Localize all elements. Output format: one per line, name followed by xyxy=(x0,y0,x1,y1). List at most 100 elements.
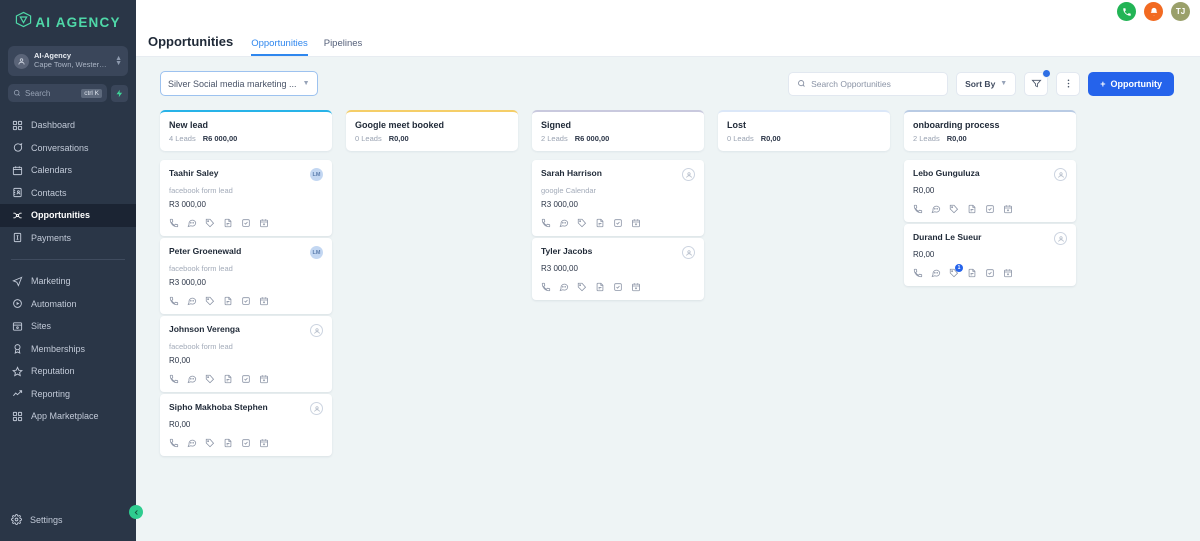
tag-icon[interactable] xyxy=(205,438,215,448)
tag-icon[interactable]: 1 xyxy=(949,264,963,278)
document-icon[interactable] xyxy=(223,374,233,384)
more-options-button[interactable] xyxy=(1056,71,1081,96)
chat-icon[interactable] xyxy=(187,438,197,448)
task-icon[interactable] xyxy=(241,296,251,306)
sort-by-button[interactable]: Sort By ▼ xyxy=(956,71,1017,96)
task-icon[interactable] xyxy=(985,204,995,214)
avatar-placeholder-icon[interactable] xyxy=(310,324,323,337)
task-icon[interactable] xyxy=(241,374,251,384)
sidebar-item-payments[interactable]: Payments xyxy=(0,227,136,250)
avatar[interactable]: LM xyxy=(310,246,323,259)
bell-icon[interactable] xyxy=(1144,2,1163,21)
document-icon[interactable] xyxy=(967,204,977,214)
chat-icon[interactable] xyxy=(187,218,197,228)
tag-icon[interactable] xyxy=(205,218,215,228)
task-icon[interactable] xyxy=(985,268,995,278)
task-icon[interactable] xyxy=(613,282,623,292)
opportunity-card[interactable]: Johnson Verenga facebook form lead R0,00 xyxy=(160,316,332,392)
sidebar-collapse-button[interactable] xyxy=(129,505,143,519)
opportunity-card[interactable]: Tyler Jacobs R3 000,00 xyxy=(532,238,704,300)
document-icon[interactable] xyxy=(223,218,233,228)
sidebar-item-calendars[interactable]: Calendars xyxy=(0,159,136,182)
org-switcher[interactable]: AI-Agency Cape Town, Western ... ▲ ▼ xyxy=(8,46,128,76)
tag-icon[interactable] xyxy=(577,282,587,292)
avatar-placeholder-icon[interactable] xyxy=(682,246,695,259)
chat-icon[interactable] xyxy=(559,282,569,292)
tag-icon[interactable] xyxy=(205,374,215,384)
filter-button[interactable] xyxy=(1024,68,1052,96)
add-opportunity-button[interactable]: + Opportunity xyxy=(1088,71,1174,96)
chat-icon[interactable] xyxy=(187,296,197,306)
chat-icon[interactable] xyxy=(559,218,569,228)
sidebar-item-marketing[interactable]: Marketing xyxy=(0,270,136,293)
search-opportunities-input[interactable]: Search Opportunities xyxy=(788,71,949,96)
avatar-placeholder-icon[interactable] xyxy=(310,402,323,415)
brand-logo[interactable]: AI AGENCY xyxy=(0,0,136,44)
sidebar-item-reputation[interactable]: Reputation xyxy=(0,360,136,383)
chat-icon[interactable] xyxy=(931,204,941,214)
opportunity-card[interactable]: Sarah Harrison google Calendar R3 000,00 xyxy=(532,160,704,236)
opportunity-card[interactable]: Taahir Saley LM facebook form lead R3 000,0… xyxy=(160,160,332,236)
document-icon[interactable] xyxy=(967,268,977,278)
chat-icon[interactable] xyxy=(187,374,197,384)
sidebar-item-memberships[interactable]: Memberships xyxy=(0,338,136,361)
sidebar-item-contacts[interactable]: Contacts xyxy=(0,182,136,205)
tab-opportunities[interactable]: Opportunities xyxy=(251,38,308,56)
chat-icon[interactable] xyxy=(931,268,941,278)
column-header[interactable]: onboarding process 2 Leads R0,00 xyxy=(904,110,1076,151)
avatar-placeholder-icon[interactable] xyxy=(1054,168,1067,181)
logo-mark-icon xyxy=(15,11,32,33)
phone-icon[interactable] xyxy=(541,282,551,292)
opportunity-card[interactable]: Sipho Makhoba Stephen R0,00 xyxy=(160,394,332,456)
opportunity-card[interactable]: Lebo Gunguluza R0,00 xyxy=(904,160,1076,222)
sidebar-item-dashboard[interactable]: Dashboard xyxy=(0,114,136,137)
phone-icon[interactable] xyxy=(169,438,179,448)
sidebar-item-sites[interactable]: Sites xyxy=(0,315,136,338)
calendar-add-icon[interactable] xyxy=(1003,204,1013,214)
calendar-add-icon[interactable] xyxy=(259,374,269,384)
column-header[interactable]: Google meet booked 0 Leads R0,00 xyxy=(346,110,518,151)
task-icon[interactable] xyxy=(241,218,251,228)
search-input[interactable]: Search ctrl K xyxy=(8,84,107,102)
document-icon[interactable] xyxy=(595,218,605,228)
avatar-placeholder-icon[interactable] xyxy=(682,168,695,181)
column-header[interactable]: New lead 4 Leads R6 000,00 xyxy=(160,110,332,151)
sidebar-item-opportunities[interactable]: Opportunities xyxy=(0,204,136,227)
document-icon[interactable] xyxy=(595,282,605,292)
phone-icon[interactable] xyxy=(541,218,551,228)
phone-icon[interactable] xyxy=(169,296,179,306)
column-header[interactable]: Lost 0 Leads R0,00 xyxy=(718,110,890,151)
opportunity-card[interactable]: Durand Le Sueur R0,00 1 xyxy=(904,224,1076,286)
sidebar-item-settings[interactable]: Settings xyxy=(0,509,136,531)
calendar-add-icon[interactable] xyxy=(259,218,269,228)
calendar-add-icon[interactable] xyxy=(259,296,269,306)
sidebar-item-conversations[interactable]: Conversations xyxy=(0,137,136,160)
avatar-placeholder-icon[interactable] xyxy=(1054,232,1067,245)
avatar[interactable]: TJ xyxy=(1171,2,1190,21)
sidebar-item-reporting[interactable]: Reporting xyxy=(0,383,136,406)
tag-icon[interactable] xyxy=(205,296,215,306)
phone-icon[interactable] xyxy=(169,218,179,228)
task-icon[interactable] xyxy=(613,218,623,228)
sidebar-item-automation[interactable]: Automation xyxy=(0,293,136,316)
phone-icon[interactable] xyxy=(913,268,923,278)
tag-icon[interactable] xyxy=(949,204,959,214)
calendar-add-icon[interactable] xyxy=(631,282,641,292)
tag-icon[interactable] xyxy=(577,218,587,228)
opportunity-card[interactable]: Peter Groenewald LM facebook form lead R3 0… xyxy=(160,238,332,314)
pipeline-selector[interactable]: Silver Social media marketing ... ▼ xyxy=(160,71,318,96)
document-icon[interactable] xyxy=(223,296,233,306)
quick-action-button[interactable] xyxy=(111,84,128,102)
calendar-add-icon[interactable] xyxy=(259,438,269,448)
sidebar-item-app-marketplace[interactable]: App Marketplace xyxy=(0,405,136,428)
calendar-add-icon[interactable] xyxy=(631,218,641,228)
document-icon[interactable] xyxy=(223,438,233,448)
task-icon[interactable] xyxy=(241,438,251,448)
phone-icon[interactable] xyxy=(169,374,179,384)
phone-icon[interactable] xyxy=(913,204,923,214)
tab-pipelines[interactable]: Pipelines xyxy=(324,38,363,56)
column-header[interactable]: Signed 2 Leads R6 000,00 xyxy=(532,110,704,151)
phone-icon[interactable] xyxy=(1117,2,1136,21)
avatar[interactable]: LM xyxy=(310,168,323,181)
calendar-add-icon[interactable] xyxy=(1003,268,1013,278)
